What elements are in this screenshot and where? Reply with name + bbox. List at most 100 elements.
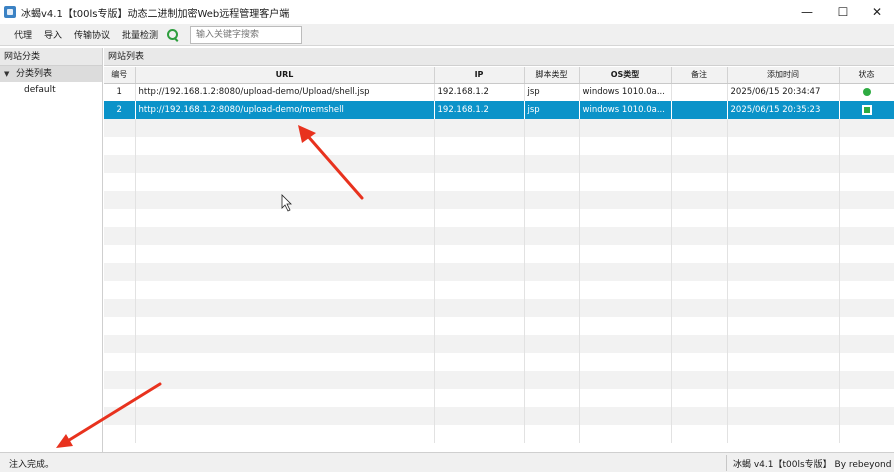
- empty-table-row: [104, 389, 894, 407]
- empty-cell: [434, 353, 525, 371]
- tree-item-label: 分类列表: [16, 69, 53, 79]
- empty-cell: [524, 173, 580, 191]
- cell-note: [671, 83, 728, 101]
- empty-cell: [727, 281, 840, 299]
- empty-cell: [104, 371, 136, 389]
- empty-cell: [579, 263, 672, 281]
- empty-cell: [524, 245, 580, 263]
- empty-cell: [579, 173, 672, 191]
- empty-cell: [727, 371, 840, 389]
- empty-table-row: [104, 209, 894, 227]
- empty-cell: [579, 389, 672, 407]
- empty-cell: [104, 389, 136, 407]
- status-divider: [726, 455, 727, 471]
- status-online-icon: [861, 104, 872, 115]
- empty-cell: [524, 263, 580, 281]
- proxy-button[interactable]: 代理: [8, 28, 38, 41]
- transport-protocol-button[interactable]: 传输协议: [68, 28, 116, 41]
- minimize-button[interactable]: —: [790, 0, 824, 24]
- status-online-icon: [862, 87, 871, 96]
- empty-cell: [727, 263, 840, 281]
- empty-cell: [727, 137, 840, 155]
- empty-cell: [671, 191, 728, 209]
- empty-cell: [524, 353, 580, 371]
- category-panel-header: 网站分类: [0, 48, 102, 66]
- batch-check-button[interactable]: 批量检测: [116, 28, 164, 41]
- empty-cell: [524, 371, 580, 389]
- empty-cell: [839, 137, 894, 155]
- empty-cell: [434, 209, 525, 227]
- empty-table-row: [104, 317, 894, 335]
- empty-table-row: [104, 173, 894, 191]
- cell-os-type: windows 1010.0a...: [579, 101, 672, 119]
- site-list-header: 网站列表: [104, 48, 894, 66]
- empty-cell: [671, 389, 728, 407]
- empty-cell: [727, 299, 840, 317]
- empty-cell: [524, 119, 580, 137]
- empty-cell: [579, 317, 672, 335]
- cell-status: [839, 83, 894, 101]
- empty-cell: [579, 137, 672, 155]
- empty-cell: [434, 281, 525, 299]
- empty-cell: [135, 209, 435, 227]
- empty-cell: [434, 389, 525, 407]
- empty-cell: [135, 317, 435, 335]
- empty-table-row: [104, 335, 894, 353]
- empty-cell: [434, 173, 525, 191]
- cell-url: http://192.168.1.2:8080/upload-demo/Uplo…: [135, 83, 435, 101]
- empty-cell: [135, 425, 435, 443]
- column-header-os-type[interactable]: OS类型: [579, 67, 672, 84]
- empty-cell: [524, 389, 580, 407]
- site-table: 编号 URL IP 脚本类型 OS类型 备注 添加时间 状态 1 http://…: [104, 67, 894, 443]
- title-bar: 冰蝎v4.1【t00ls专版】动态二进制加密Web远程管理客户端 — ☐ ✕: [0, 0, 894, 24]
- empty-cell: [434, 317, 525, 335]
- column-header-note[interactable]: 备注: [671, 67, 728, 84]
- empty-table-row: [104, 137, 894, 155]
- empty-cell: [727, 245, 840, 263]
- cell-id: 2: [104, 101, 136, 119]
- chevron-down-icon[interactable]: ▼: [4, 66, 16, 82]
- column-header-url[interactable]: URL: [135, 67, 435, 84]
- column-header-add-time[interactable]: 添加时间: [727, 67, 840, 84]
- empty-cell: [434, 371, 525, 389]
- empty-cell: [671, 209, 728, 227]
- empty-cell: [135, 281, 435, 299]
- import-button[interactable]: 导入: [38, 28, 68, 41]
- close-button[interactable]: ✕: [860, 0, 894, 24]
- empty-cell: [727, 317, 840, 335]
- cell-os-type: windows 1010.0a...: [579, 83, 672, 101]
- search-input[interactable]: [190, 26, 302, 44]
- empty-cell: [135, 227, 435, 245]
- empty-cell: [579, 209, 672, 227]
- cell-ip: 192.168.1.2: [434, 101, 525, 119]
- empty-cell: [104, 407, 136, 425]
- empty-cell: [671, 137, 728, 155]
- table-row[interactable]: 1 http://192.168.1.2:8080/upload-demo/Up…: [104, 83, 894, 101]
- column-header-id[interactable]: 编号: [104, 67, 136, 84]
- empty-cell: [135, 245, 435, 263]
- empty-cell: [579, 155, 672, 173]
- empty-cell: [104, 335, 136, 353]
- empty-cell: [671, 299, 728, 317]
- status-message: 注入完成。: [9, 460, 55, 470]
- empty-table-row: [104, 281, 894, 299]
- empty-cell: [434, 245, 525, 263]
- search-icon[interactable]: [166, 28, 180, 42]
- empty-cell: [671, 119, 728, 137]
- empty-table-row: [104, 263, 894, 281]
- empty-cell: [727, 227, 840, 245]
- tree-item-category-list[interactable]: ▼ 分类列表: [0, 66, 102, 82]
- empty-cell: [524, 209, 580, 227]
- column-header-ip[interactable]: IP: [434, 67, 525, 84]
- column-header-script-type[interactable]: 脚本类型: [524, 67, 580, 84]
- cell-add-time: 2025/06/15 20:35:23: [727, 101, 840, 119]
- empty-cell: [727, 209, 840, 227]
- empty-cell: [579, 281, 672, 299]
- empty-cell: [579, 407, 672, 425]
- maximize-button[interactable]: ☐: [826, 0, 860, 24]
- table-row-selected[interactable]: 2 http://192.168.1.2:8080/upload-demo/me…: [104, 101, 894, 119]
- column-header-status[interactable]: 状态: [839, 67, 894, 84]
- empty-cell: [524, 281, 580, 299]
- empty-cell: [727, 389, 840, 407]
- tree-item-default[interactable]: default: [0, 82, 102, 98]
